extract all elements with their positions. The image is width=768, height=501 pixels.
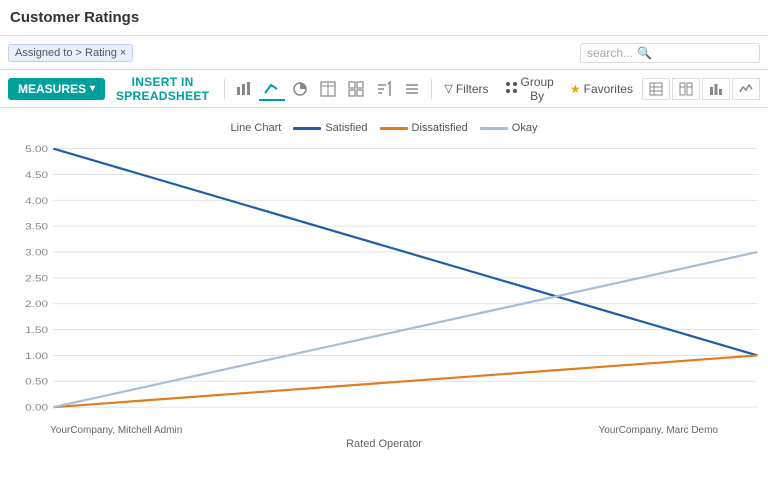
bar-chart-icon (236, 81, 252, 97)
pivot-icon (348, 81, 364, 97)
breadcrumb-text: Assigned to > Rating × (15, 47, 126, 59)
svg-text:1.50: 1.50 (25, 325, 48, 336)
okay-color-swatch (480, 127, 508, 130)
sort-icon (376, 81, 392, 97)
svg-text:1.00: 1.00 (25, 351, 48, 362)
legend-satisfied: Satisfied (293, 122, 367, 134)
view-list-icon (649, 82, 663, 96)
breadcrumb-tag[interactable]: Assigned to > Rating × (8, 44, 133, 62)
filters-button[interactable]: ▽ Filters (437, 79, 495, 99)
filters-label: Filters (456, 82, 489, 96)
svg-text:5.00: 5.00 (25, 144, 48, 155)
measures-dropdown-arrow: ▾ (90, 83, 95, 94)
search-box[interactable]: search... 🔍 (580, 43, 760, 63)
view-activity-icon (739, 82, 753, 96)
groupby-svg-icon (505, 81, 518, 94)
legend-dissatisfied: Dissatisfied (380, 122, 468, 134)
search-placeholder: search... (587, 46, 633, 60)
pivot-icon-btn[interactable] (343, 78, 369, 100)
view-table-icon (679, 82, 693, 96)
chart-wrap: 5.00 4.50 4.00 3.50 3.00 2.50 2.00 1.50 … (0, 140, 768, 433)
list-icon-btn[interactable] (399, 78, 425, 100)
svg-text:2.00: 2.00 (25, 299, 48, 310)
insert-label: INSERT IN SPREADSHEET (116, 75, 209, 103)
svg-text:3.00: 3.00 (25, 247, 48, 258)
filter-icon: ▽ (444, 82, 452, 95)
x-axis-label: Rated Operator (0, 438, 768, 450)
satisfied-color-swatch (293, 127, 321, 130)
breadcrumb-area: Assigned to > Rating × (8, 44, 580, 62)
svg-text:0.00: 0.00 (25, 403, 48, 414)
svg-text:0.50: 0.50 (25, 377, 48, 388)
insert-spreadsheet-button[interactable]: INSERT IN SPREADSHEET (107, 71, 218, 107)
view-list-btn[interactable] (642, 78, 670, 100)
svg-text:4.50: 4.50 (25, 170, 48, 181)
measures-label: MEASURES (18, 82, 86, 96)
pie-chart-icon (292, 81, 308, 97)
pie-chart-icon-btn[interactable] (287, 78, 313, 100)
dissatisfied-color-swatch (380, 127, 408, 130)
list-icon (404, 81, 420, 97)
favorites-button[interactable]: ★ Favorites (563, 79, 640, 99)
search-icon: 🔍 (637, 46, 652, 60)
table-icon-btn[interactable] (315, 78, 341, 100)
measures-button[interactable]: MEASURES ▾ (8, 78, 105, 100)
legend-okay: Okay (480, 122, 538, 134)
groupby-icon (505, 81, 518, 97)
satisfied-label: Satisfied (325, 122, 367, 134)
top-bar: Assigned to > Rating × search... 🔍 (0, 36, 768, 70)
line-chart-icon (264, 80, 280, 96)
page-header: Customer Ratings (0, 0, 768, 36)
sort-asc-icon-btn[interactable] (371, 78, 397, 100)
toolbar-separator-2 (431, 79, 432, 99)
svg-text:4.00: 4.00 (25, 196, 48, 207)
okay-label: Okay (512, 122, 538, 134)
chart-container: Line Chart Satisfied Dissatisfied Okay (0, 108, 768, 501)
svg-text:2.50: 2.50 (25, 273, 48, 284)
bar-chart-icon-btn[interactable] (231, 78, 257, 100)
line-chart-svg: 5.00 4.50 4.00 3.50 3.00 2.50 2.00 1.50 … (0, 140, 768, 433)
view-activity-btn[interactable] (732, 78, 760, 100)
legend-title: Line Chart (231, 122, 282, 134)
view-table-btn[interactable] (672, 78, 700, 100)
dissatisfied-label: Dissatisfied (412, 122, 468, 134)
line-chart-icon-btn[interactable] (259, 77, 285, 101)
groupby-button[interactable]: Group By (498, 72, 561, 106)
toolbar-separator (224, 79, 225, 99)
page-title: Customer Ratings (10, 9, 139, 26)
star-icon: ★ (570, 82, 581, 96)
table-icon (320, 81, 336, 97)
favorites-label: Favorites (584, 82, 633, 96)
toolbar: MEASURES ▾ INSERT IN SPREADSHEET (0, 70, 768, 108)
svg-text:3.50: 3.50 (25, 222, 48, 233)
chart-legend: Line Chart Satisfied Dissatisfied Okay (0, 118, 768, 140)
view-chart-btn[interactable] (702, 78, 730, 100)
view-toggles (642, 78, 760, 100)
groupby-label: Group By (521, 75, 554, 103)
view-chart-icon (709, 82, 723, 96)
